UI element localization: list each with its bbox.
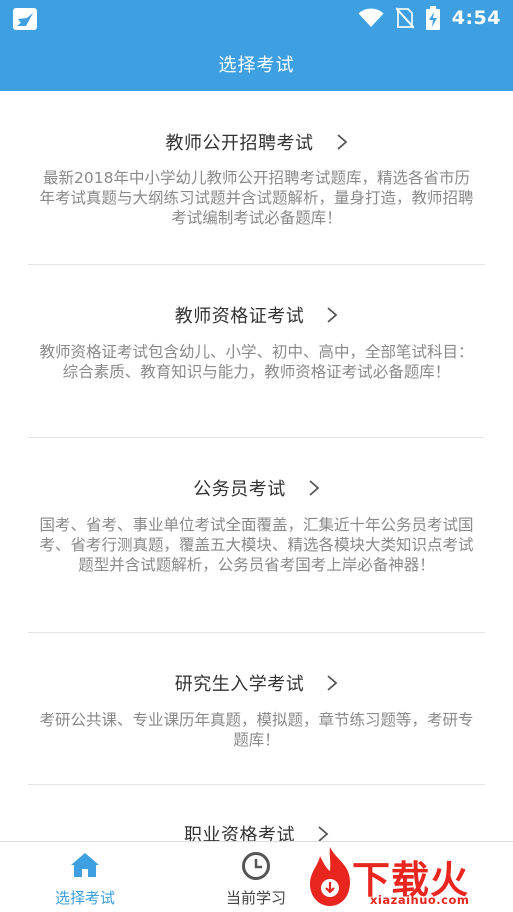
status-bar: 4:54	[0, 0, 513, 36]
page-title: 选择考试	[218, 54, 295, 76]
exam-card-title: 公务员考试	[193, 479, 286, 500]
exam-list[interactable]: 教师公开招聘考试 最新2018年中小学幼儿教师公开招聘考试题库，精选各省市历年考…	[0, 91, 513, 841]
exam-card-header[interactable]: 教师资格证考试	[28, 302, 485, 328]
chevron-right-icon	[318, 826, 329, 841]
exam-card-description: 考研公共课、专业课历年真题，模拟题，章节练习题等，考研专题库！	[39, 711, 474, 749]
exam-card-header[interactable]: 职业资格考试	[28, 821, 485, 841]
clock-icon	[242, 852, 270, 880]
battery-charging-icon	[425, 6, 440, 30]
exam-card-title: 教师资格证考试	[174, 306, 305, 327]
exam-card-header[interactable]: 公务员考试	[28, 475, 485, 501]
app-notification-icon	[13, 8, 37, 30]
chevron-right-icon	[327, 307, 338, 323]
exam-card-civil-service[interactable]: 公务员考试 国考、省考、事业单位考试全面覆盖，汇集近十年公务员考试国考、省考行测…	[28, 438, 485, 633]
exam-card-header[interactable]: 研究生入学考试	[28, 670, 485, 696]
exam-card-professional-qualification[interactable]: 职业资格考试	[28, 785, 485, 841]
exam-card-description: 教师资格证考试包含幼儿、小学、初中、高中，全部笔试科目：综合素质、教育知识与能力…	[39, 343, 474, 381]
home-icon	[71, 853, 99, 877]
exam-card-header[interactable]: 教师公开招聘考试	[28, 129, 485, 155]
exam-card-title: 教师公开招聘考试	[165, 133, 314, 154]
chevron-right-icon	[327, 675, 338, 691]
watermark-url: xiazaihuo.com	[370, 893, 470, 907]
exam-card-description: 国考、省考、事业单位考试全面覆盖，汇集近十年公务员考试国考、省考行测真题，覆盖五…	[39, 516, 474, 574]
exam-card-description: 最新2018年中小学幼儿教师公开招聘考试题库，精选各省市历年考试真题与大纲练习试…	[39, 169, 474, 227]
exam-card-title: 职业资格考试	[184, 825, 295, 841]
wifi-icon	[358, 8, 384, 27]
app-bar: 选择考试	[0, 36, 513, 91]
chevron-right-icon	[309, 480, 320, 496]
exam-card-postgraduate[interactable]: 研究生入学考试 考研公共课、专业课历年真题，模拟题，章节练习题等，考研专题库！	[28, 633, 485, 785]
status-time: 4:54	[451, 7, 501, 29]
exam-card-teacher-certificate[interactable]: 教师资格证考试 教师资格证考试包含幼儿、小学、初中、高中，全部笔试科目：综合素质…	[28, 265, 485, 438]
chevron-right-icon	[336, 134, 347, 150]
watermark: 下载火 xiazaihuo.com	[300, 841, 513, 912]
tab-select-exam[interactable]: 选择考试	[0, 842, 170, 912]
no-sim-icon	[395, 7, 414, 29]
exam-card-teacher-recruitment[interactable]: 教师公开招聘考试 最新2018年中小学幼儿教师公开招聘考试题库，精选各省市历年考…	[28, 91, 485, 265]
flame-logo-icon	[310, 847, 350, 906]
tab-label: 选择考试	[54, 889, 115, 907]
exam-card-title: 研究生入学考试	[174, 674, 305, 695]
